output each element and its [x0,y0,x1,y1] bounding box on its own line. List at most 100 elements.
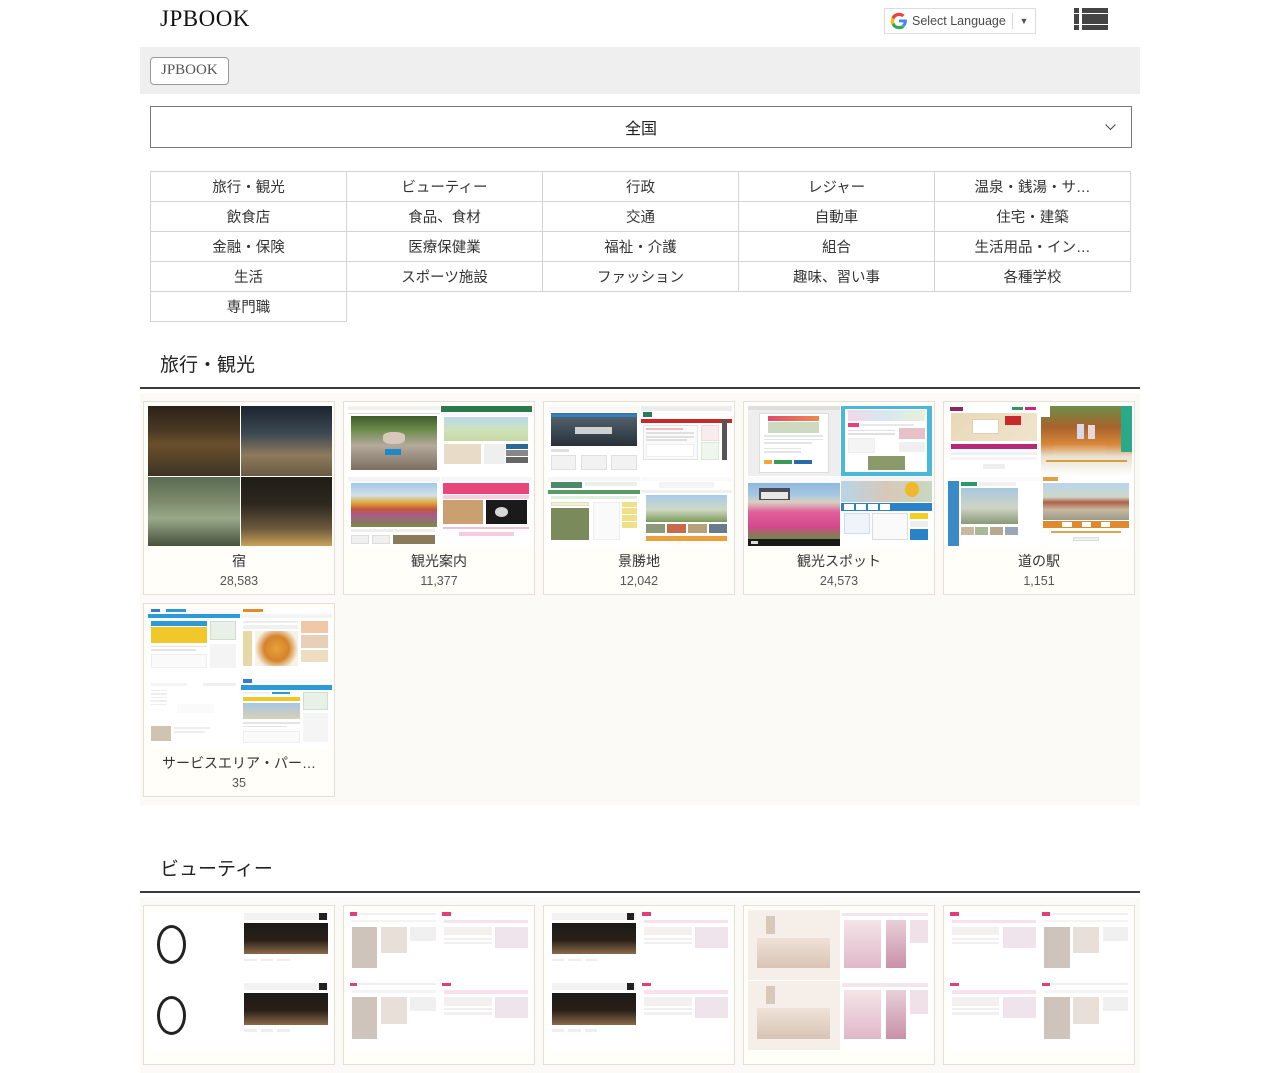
thumbnail-preview [948,910,1040,980]
thumbnail-preview [1041,910,1133,980]
thumbnail-preview [548,981,640,1051]
card-count: 1,151 [948,574,1130,588]
card-thumbnail [748,910,932,1050]
thumbnail-preview [1041,406,1133,476]
thumbnail-tile [348,910,440,980]
section-card-area [140,897,1140,1073]
category-cell[interactable]: 温泉・銭湯・サ… [935,172,1131,202]
thumbnail-preview [641,406,733,476]
category-card[interactable]: サービスエリア・パー… 35 [143,603,335,797]
thumbnail-tile [948,406,1040,476]
category-card[interactable]: 宿28,583 [143,401,335,595]
card-thumbnail [148,910,332,1050]
section-divider [140,891,1140,893]
breadcrumb: JPBOOK [140,47,1140,94]
category-cell[interactable]: 飲食店 [151,202,347,232]
category-cell[interactable]: 旅行・観光 [151,172,347,202]
thumbnail-tile [1041,406,1133,476]
category-cell[interactable]: 自動車 [739,202,935,232]
thumbnail-tile [241,981,333,1051]
category-cell[interactable]: 食品、食材 [347,202,543,232]
card-label: 観光案内 [348,551,530,571]
category-card[interactable]: 道の駅 1,151 [943,401,1135,595]
category-cell[interactable]: 金融・保険 [151,232,347,262]
thumbnail-preview [841,981,933,1051]
card-count: 11,377 [348,574,530,588]
thumbnail-preview [148,910,240,980]
category-cell[interactable]: 行政 [543,172,739,202]
hamburger-list-icon[interactable] [1074,5,1108,33]
thumbnail-tile [548,981,640,1051]
thumbnail-tile [948,477,1040,547]
thumbnail-tile [241,477,333,547]
card-thumbnail [348,910,532,1050]
card-thumbnail [348,406,532,546]
category-card[interactable] [743,905,935,1065]
category-row: 旅行・観光ビューティー行政レジャー温泉・銭湯・サ… [151,172,1131,202]
category-cell[interactable]: 生活 [151,262,347,292]
category-card[interactable] [943,905,1135,1065]
thumbnail-preview [241,608,333,678]
category-cell[interactable]: 専門職 [151,292,347,322]
card-thumbnail [548,406,732,546]
category-card[interactable]: 景勝地12,042 [543,401,735,595]
category-card[interactable]: 観光案内 11,377 [343,401,535,595]
breadcrumb-home-link[interactable]: JPBOOK [150,57,229,85]
category-row: 専門職 [151,292,1131,322]
category-card[interactable]: 観光スポット24,573 [743,401,935,595]
thumbnail-tile [441,406,533,476]
category-cell[interactable]: ビューティー [347,172,543,202]
thumbnail-preview [641,981,733,1051]
category-cell[interactable]: 生活用品・イン… [935,232,1131,262]
google-translate-widget[interactable]: Select Language ▼ [884,8,1036,34]
thumbnail-preview [241,981,333,1051]
category-cell[interactable]: 各種学校 [935,262,1131,292]
thumbnail-tile [841,406,933,476]
thumbnail-preview [241,406,333,476]
category-cell[interactable]: ファッション [543,262,739,292]
thumbnail-preview [441,406,533,476]
section-title: ビューティー [140,854,1140,891]
thumbnail-preview [841,477,933,547]
thumbnail-tile [348,406,440,476]
thumbnail-preview [641,910,733,980]
thumbnail-preview [1041,981,1133,1051]
thumbnail-tile [441,910,533,980]
thumbnail-tile [1041,910,1133,980]
thumbnail-preview [1041,477,1133,547]
thumbnail-preview [841,406,933,476]
category-cell[interactable]: 趣味、習い事 [739,262,935,292]
card-thumbnail [748,406,932,546]
thumbnail-tile [548,477,640,547]
section-title: 旅行・観光 [140,350,1140,387]
category-row: 生活スポーツ施設ファッション趣味、習い事各種学校 [151,262,1131,292]
chevron-down-icon[interactable]: ▼ [1013,16,1035,26]
category-cell[interactable]: スポーツ施設 [347,262,543,292]
category-card[interactable] [343,905,535,1065]
thumbnail-tile [241,679,333,749]
thumbnail-preview [148,477,240,547]
thumbnail-tile [841,477,933,547]
region-select[interactable]: 全国 [150,106,1132,148]
card-label: サービスエリア・パー… [148,753,330,773]
category-cell[interactable]: 福祉・介護 [543,232,739,262]
category-cell[interactable]: 交通 [543,202,739,232]
thumbnail-tile [348,477,440,547]
thumbnail-preview [548,477,640,547]
thumbnail-preview [441,477,533,547]
card-label: 道の駅 [948,551,1130,571]
thumbnail-tile [841,981,933,1051]
category-cell[interactable]: 住宅・建築 [935,202,1131,232]
thumbnail-tile [641,477,733,547]
thumbnail-tile [641,406,733,476]
category-cell[interactable]: レジャー [739,172,935,202]
card-count: 35 [148,776,330,790]
category-cell[interactable]: 医療保健業 [347,232,543,262]
region-select-value: 全国 [625,115,657,139]
thumbnail-preview [948,406,1040,476]
category-card[interactable] [543,905,735,1065]
thumbnail-tile [241,608,333,678]
category-cell[interactable]: 組合 [739,232,935,262]
category-card[interactable] [143,905,335,1065]
thumbnail-preview [441,981,533,1051]
